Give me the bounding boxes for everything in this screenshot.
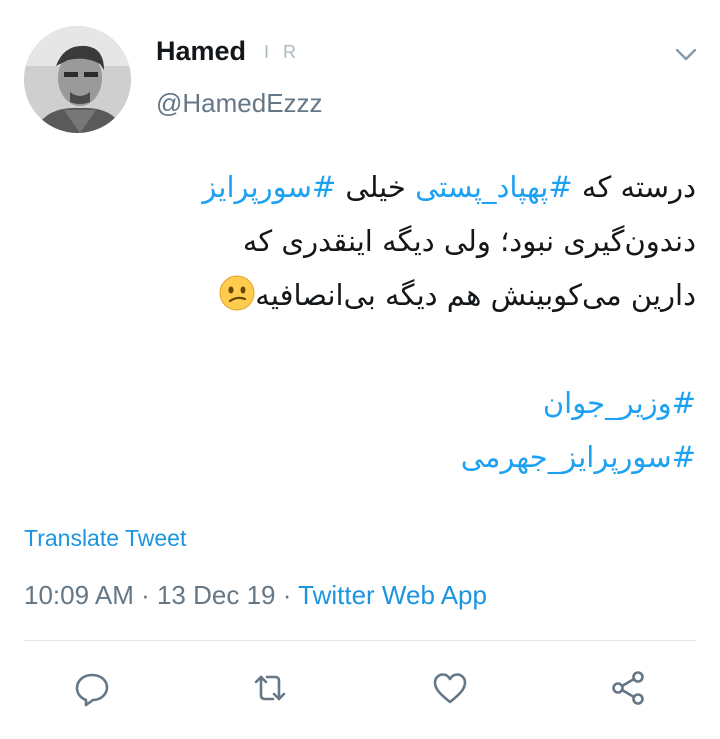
like-icon xyxy=(433,673,467,704)
avatar[interactable] xyxy=(24,26,131,133)
avatar-image xyxy=(24,26,131,133)
confused-face-icon xyxy=(219,274,255,311)
tweet-date: 13 Dec 19 xyxy=(156,580,276,610)
badge-i: I xyxy=(264,42,284,62)
chevron-down-icon[interactable] xyxy=(672,40,700,68)
profile-badges: IR xyxy=(264,42,310,63)
hashtag-link[interactable]: #پهپاد_پستی xyxy=(415,170,573,204)
reply-icon xyxy=(75,673,109,707)
tweet-source-link[interactable]: Twitter Web App xyxy=(298,580,487,610)
tweet-line-2: دندون‌گیری نبود؛ ولی دیگه اینقدری که xyxy=(242,224,696,258)
retweet-button[interactable] xyxy=(250,668,290,708)
tweet-meta: 10:09 AM · 13 Dec 19 · Twitter Web App xyxy=(24,580,487,610)
like-button[interactable] xyxy=(430,668,470,708)
share-icon xyxy=(612,671,644,705)
user-name[interactable]: Hamed xyxy=(156,36,246,67)
translate-tweet-link[interactable]: Translate Tweet xyxy=(24,525,186,552)
tweet-line-3: دارین می‌کوبینش هم دیگه بی‌انصافیه xyxy=(24,268,696,322)
divider xyxy=(24,640,696,641)
user-handle[interactable]: @HamedEzzz xyxy=(156,88,323,119)
tweet-time: 10:09 AM xyxy=(24,580,134,610)
retweet-icon xyxy=(254,675,286,701)
tweet-line-1: درسته که #پهپاد_پستی خیلی #سورپرایز xyxy=(202,170,696,204)
hashtag-link[interactable]: #وزیر_جوان xyxy=(24,376,696,430)
share-button[interactable] xyxy=(608,668,648,708)
badge-r: R xyxy=(283,42,311,62)
hashtag-link[interactable]: #سورپرایز xyxy=(202,170,336,204)
tweet-text: درسته که #پهپاد_پستی خیلی #سورپرایز دندو… xyxy=(24,160,696,484)
reply-button[interactable] xyxy=(72,668,112,708)
hashtag-link[interactable]: #سورپرایز_جهرمی xyxy=(24,430,696,484)
